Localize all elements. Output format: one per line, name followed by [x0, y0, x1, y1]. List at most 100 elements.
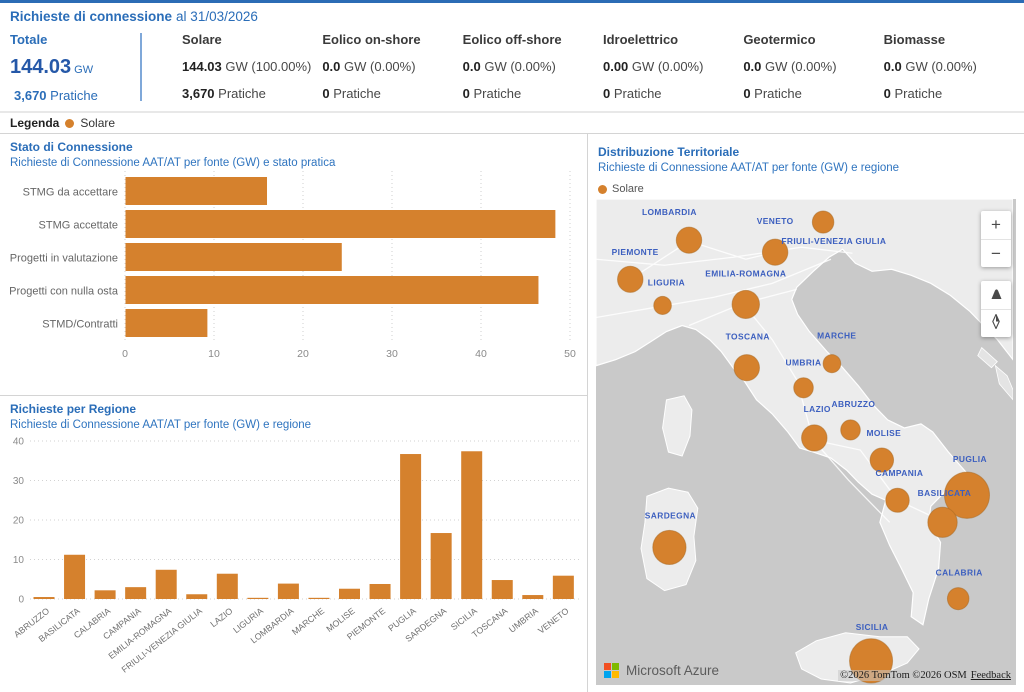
source-col-eolico-on-shore: Eolico on-shore0.0 GW (0.00%)0 Pratiche — [322, 27, 462, 103]
map-label-basilicata: BASILICATA — [918, 488, 972, 498]
source-count: 0 Pratiche — [743, 86, 883, 101]
hbar-stmd-contratti[interactable] — [126, 309, 208, 337]
map-label-abruzzo: ABRUZZO — [832, 399, 876, 409]
source-name: Biomasse — [884, 32, 1024, 47]
map-bubble-sardegna[interactable] — [653, 530, 686, 564]
vbar-emilia-romagna[interactable] — [156, 570, 177, 599]
vbar-molise[interactable] — [339, 589, 360, 599]
attribution-text: ©2026 TomTom ©2026 OSM — [840, 670, 967, 681]
map-compass-button[interactable] — [981, 309, 1011, 337]
vbar-basilicata[interactable] — [64, 555, 85, 599]
panel-title: Distribuzione Territoriale — [596, 139, 1016, 159]
svg-text:STMG da accettare: STMG da accettare — [23, 187, 118, 199]
vbar-calabria[interactable] — [95, 590, 116, 599]
svg-text:STMG accettate: STMG accettate — [39, 220, 118, 232]
vbar-lombardia[interactable] — [278, 584, 299, 599]
source-name: Solare — [182, 32, 322, 47]
map-bubble-calabria[interactable] — [947, 588, 969, 610]
source-count: 0 Pratiche — [603, 86, 743, 101]
svg-text:40: 40 — [475, 348, 487, 360]
page-title: Richieste di connessione al 31/03/2026 — [0, 3, 1024, 25]
source-count: 0 Pratiche — [463, 86, 603, 101]
vbar-friuli-venezia-giulia[interactable] — [186, 594, 207, 599]
source-columns: Solare144.03 GW (100.00%)3,670 PraticheE… — [148, 27, 1024, 103]
vbar-veneto[interactable] — [553, 576, 574, 599]
map-bubble-basilicata[interactable] — [928, 507, 957, 537]
map-bubble-liguria[interactable] — [654, 296, 672, 314]
map-attribution: ©2026 TomTom ©2026 OSM Feedback — [838, 670, 1013, 681]
summary-strip: Totale 144.03GW 3,670 Pratiche Solare144… — [0, 25, 1024, 111]
panel-richieste-per-regione: Richieste per Regione Richieste di Conne… — [0, 396, 587, 692]
svg-text:10: 10 — [13, 555, 25, 566]
source-value: 0.0 GW (0.00%) — [884, 59, 1024, 74]
svg-text:STMD/Contratti: STMD/Contratti — [42, 319, 118, 331]
map-view-controls — [981, 281, 1011, 337]
map-canvas[interactable]: LOMBARDIAVENETOFRIULI-VENEZIA GIULIAPIEM… — [596, 199, 1013, 685]
svg-text:0: 0 — [18, 595, 24, 606]
map-bubble-lazio[interactable] — [802, 425, 827, 451]
map-bubble-umbria[interactable] — [794, 378, 814, 398]
svg-text:Progetti con nulla osta: Progetti con nulla osta — [9, 286, 119, 298]
vbar-toscana[interactable] — [492, 580, 513, 599]
svg-text:0: 0 — [122, 348, 128, 360]
map-label-puglia: PUGLIA — [953, 454, 987, 464]
source-value: 144.03 GW (100.00%) — [182, 59, 322, 74]
map-zoom-in-button[interactable]: + — [981, 211, 1011, 239]
page-title-date: al 31/03/2026 — [176, 9, 258, 24]
map-label-calabria: CALABRIA — [936, 567, 983, 577]
legend-series-label[interactable]: Solare — [80, 116, 115, 130]
map-bubble-abruzzo[interactable] — [841, 420, 861, 440]
map-bubble-emilia-romagna[interactable] — [732, 290, 759, 318]
panel-subtitle: Richieste di Connessione AAT/AT per font… — [0, 154, 587, 169]
vbar-lazio[interactable] — [217, 574, 238, 599]
vbar-marche[interactable] — [308, 598, 329, 599]
map-bubble-toscana[interactable] — [734, 355, 759, 381]
map-bubble-campania[interactable] — [886, 488, 909, 512]
hbar-stmg-accettate[interactable] — [126, 210, 556, 238]
map-bubble-piemonte[interactable] — [618, 266, 643, 292]
svg-text:30: 30 — [13, 476, 25, 487]
panel-subtitle: Richieste di Connessione AAT/AT per font… — [596, 159, 1016, 174]
map-legend-label[interactable]: Solare — [612, 183, 644, 195]
svg-text:40: 40 — [13, 437, 25, 448]
legend-title: Legenda — [10, 116, 59, 130]
map-label-toscana: TOSCANA — [726, 331, 770, 341]
source-value: 0.0 GW (0.00%) — [463, 59, 603, 74]
azure-map[interactable]: LOMBARDIAVENETOFRIULI-VENEZIA GIULIAPIEM… — [596, 199, 1016, 685]
source-value: 0.0 GW (0.00%) — [743, 59, 883, 74]
hbar-stmg-da-accettare[interactable] — [126, 177, 268, 205]
hbar-progetti-con-nulla-osta[interactable] — [126, 276, 539, 304]
compass-icon — [991, 314, 1001, 329]
hbar-progetti-in-valutazione[interactable] — [126, 243, 342, 271]
svg-text:MARCHE: MARCHE — [290, 606, 326, 637]
vbar-umbria[interactable] — [522, 595, 543, 599]
vbar-sardegna[interactable] — [431, 533, 452, 599]
azure-brand-text: Microsoft Azure — [626, 663, 719, 678]
feedback-link[interactable]: Feedback — [971, 670, 1011, 681]
map-bubble-lombardia[interactable] — [676, 227, 701, 253]
main-area: Stato di Connessione Richieste di Connes… — [0, 134, 1024, 692]
source-count: 0 Pratiche — [884, 86, 1024, 101]
total-value: 144.03GW — [10, 56, 140, 79]
map-bubble-friuli-venezia-giulia[interactable] — [812, 211, 834, 233]
svg-text:Progetti in valutazione: Progetti in valutazione — [10, 253, 118, 265]
svg-text:50: 50 — [564, 348, 576, 360]
vbar-liguria[interactable] — [247, 598, 268, 599]
map-legend: Solare — [596, 174, 1016, 199]
svg-text:20: 20 — [13, 516, 25, 527]
map-label-marche: MARCHE — [817, 330, 856, 340]
vbar-campania[interactable] — [125, 587, 146, 599]
map-label-sicilia: SICILIA — [856, 622, 889, 632]
vbar-sicilia[interactable] — [461, 451, 482, 599]
page-title-main: Richieste di connessione — [10, 9, 172, 24]
total-count: 3,670 Pratiche — [10, 88, 140, 103]
vbar-piemonte[interactable] — [370, 584, 391, 599]
map-zoom-out-button[interactable]: − — [981, 239, 1011, 267]
vbar-puglia[interactable] — [400, 454, 421, 599]
map-bubble-marche[interactable] — [823, 355, 841, 373]
map-pitch-button[interactable] — [981, 281, 1011, 309]
map-label-campania: CAMPANIA — [876, 468, 924, 478]
total-unit: GW — [74, 64, 93, 76]
vbar-abruzzo[interactable] — [34, 597, 55, 599]
map-label-lombardia: LOMBARDIA — [642, 207, 697, 217]
